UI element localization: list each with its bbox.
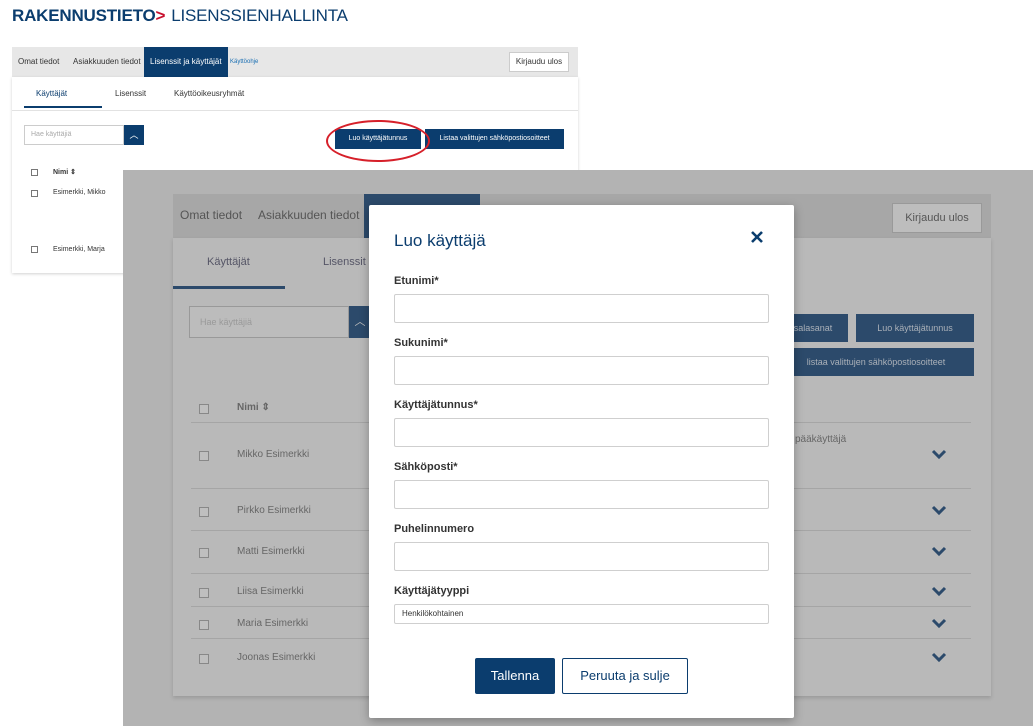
highlight-ellipse <box>326 120 430 162</box>
top-name-header[interactable]: Nimi ⇕ <box>53 168 76 176</box>
brand-primary: RAKENNUSTIETO <box>12 6 156 25</box>
top-row-name: Esimerkki, Mikko <box>53 189 106 196</box>
username-input[interactable] <box>394 418 769 447</box>
big-subtab-licenses[interactable]: Lisenssit <box>323 256 366 268</box>
phone-label: Puhelinnumero <box>394 523 475 535</box>
big-search-input[interactable]: Hae käyttäjiä <box>189 306 349 338</box>
top-tab-customer-info[interactable]: Asiakkuuden tiedot <box>73 47 141 77</box>
lastname-input[interactable] <box>394 356 769 385</box>
big-select-all-checkbox[interactable] <box>199 404 209 414</box>
email-label: Sähköposti* <box>394 461 458 473</box>
top-divider <box>12 110 578 111</box>
brand-logo: RAKENNUSTIETO> LISENSSIENHALLINTA <box>12 6 348 26</box>
big-row-name: Maria Esimerkki <box>237 618 309 629</box>
brand-chevron: > <box>155 6 166 25</box>
top-search-toggle[interactable]: ︿ <box>124 125 144 145</box>
chevron-down-icon[interactable] <box>931 650 947 663</box>
big-row-checkbox[interactable] <box>199 588 209 598</box>
big-row-checkbox[interactable] <box>199 548 209 558</box>
big-row-checkbox[interactable] <box>199 451 209 461</box>
big-subtab-users[interactable]: Käyttäjät <box>207 256 250 268</box>
top-subtab-users[interactable]: Käyttäjät <box>36 89 67 98</box>
brand-secondary: LISENSSIENHALLINTA <box>171 6 348 25</box>
top-row-checkbox[interactable] <box>31 190 38 197</box>
big-row-checkbox[interactable] <box>199 507 209 517</box>
big-tab-own-info[interactable]: Omat tiedot <box>180 208 242 222</box>
big-tab-customer-info[interactable]: Asiakkuuden tiedot <box>258 208 359 222</box>
chevron-down-icon[interactable] <box>931 544 947 557</box>
chevron-up-icon: ︿ <box>354 316 366 328</box>
big-row-checkbox[interactable] <box>199 654 209 664</box>
chevron-down-icon[interactable] <box>931 584 947 597</box>
top-nav-bar: Omat tiedot Asiakkuuden tiedot Lisenssit… <box>12 47 578 77</box>
top-row-name: Esimerkki, Marja <box>53 246 105 253</box>
big-list-emails-button[interactable]: listaa valittujen sähköpostiosoitteet <box>778 348 974 376</box>
top-help-link[interactable]: Käyttöohje <box>230 47 258 77</box>
big-row-name: Mikko Esimerkki <box>237 449 310 460</box>
big-row-name: Joonas Esimerkki <box>237 652 316 663</box>
top-select-all-checkbox[interactable] <box>31 169 38 176</box>
big-admin-note: pääkäyttäjä <box>795 434 847 445</box>
chevron-down-icon[interactable] <box>931 616 947 629</box>
lastname-label: Sukunimi* <box>394 337 448 349</box>
big-row-name: Matti Esimerkki <box>237 546 305 557</box>
top-subtab-rights[interactable]: Käyttöoikeusryhmät <box>174 89 244 98</box>
big-logout-button[interactable]: Kirjaudu ulos <box>892 203 982 233</box>
big-name-header[interactable]: Nimi ⇕ <box>237 402 270 413</box>
create-user-modal: Luo käyttäjä Etunimi* Sukunimi* Käyttäjä… <box>369 205 794 718</box>
firstname-input[interactable] <box>394 294 769 323</box>
top-row-checkbox[interactable] <box>31 246 38 253</box>
username-label: Käyttäjätunnus* <box>394 399 478 411</box>
phone-input[interactable] <box>394 542 769 571</box>
top-list-emails-button[interactable]: Listaa valittujen sähköpostiosoitteet <box>425 129 564 149</box>
top-logout-button[interactable]: Kirjaudu ulos <box>509 52 569 72</box>
chevron-down-icon[interactable] <box>931 503 947 516</box>
modal-title: Luo käyttäjä <box>394 231 486 250</box>
chevron-down-icon[interactable] <box>931 447 947 460</box>
top-tab-licenses-users[interactable]: Lisenssit ja käyttäjät <box>144 47 228 77</box>
email-input[interactable] <box>394 480 769 509</box>
big-subtab-underline <box>173 286 285 289</box>
big-create-user-button[interactable]: Luo käyttäjätunnus <box>856 314 974 342</box>
chevron-up-icon: ︿ <box>129 130 139 140</box>
big-row-name: Liisa Esimerkki <box>237 586 304 597</box>
big-row-name: Pirkko Esimerkki <box>237 505 311 516</box>
top-search-input[interactable]: Hae käyttäjiä <box>24 125 124 145</box>
firstname-label: Etunimi* <box>394 275 439 287</box>
big-row-checkbox[interactable] <box>199 620 209 630</box>
cancel-button[interactable]: Peruuta ja sulje <box>562 658 688 694</box>
top-subtab-underline <box>24 106 102 108</box>
usertype-select[interactable]: Henkilökohtainen <box>394 604 769 624</box>
top-tab-own-info[interactable]: Omat tiedot <box>18 47 59 77</box>
save-button[interactable]: Tallenna <box>475 658 555 694</box>
top-subtab-licenses[interactable]: Lisenssit <box>115 89 146 98</box>
close-icon[interactable] <box>749 229 765 245</box>
usertype-label: Käyttäjätyyppi <box>394 585 470 597</box>
big-search-toggle[interactable]: ︿ <box>349 306 371 338</box>
